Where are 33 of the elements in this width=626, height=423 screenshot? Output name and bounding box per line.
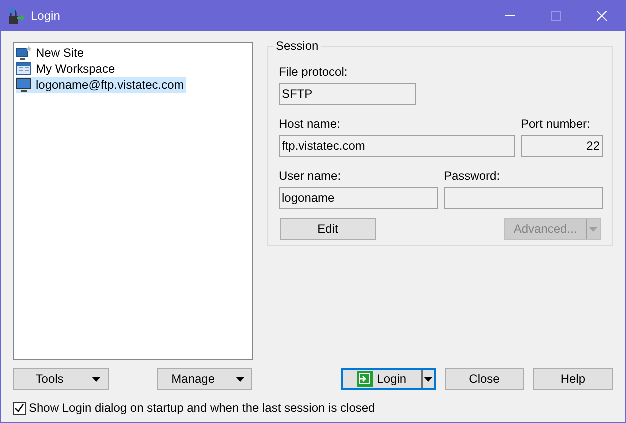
text-field[interactable]: SFTP — [279, 83, 416, 105]
dialog-button[interactable]: Close — [444, 368, 524, 390]
tree-item[interactable]: New Site — [16, 45, 86, 61]
login-button[interactable]: Login — [341, 368, 436, 390]
text-field[interactable]: ftp.vistatec.com — [279, 135, 515, 157]
computer-icon — [16, 77, 32, 93]
tree-item[interactable]: logoname@ftp.vistatec.com — [16, 77, 186, 93]
caret-icon — [92, 376, 102, 382]
tree-item[interactable]: My Workspace — [16, 61, 118, 77]
menu-button[interactable]: Manage — [156, 368, 252, 390]
checkbox[interactable] — [13, 402, 26, 414]
close-icon — [597, 11, 607, 21]
field-label: Password: — [444, 169, 502, 184]
text-field[interactable]: 22 — [521, 135, 603, 157]
window-title: Login — [31, 8, 60, 25]
text-field[interactable] — [444, 187, 603, 209]
maximize-icon — [551, 11, 561, 21]
dialog-button[interactable]: Help — [533, 368, 613, 390]
field-label: Host name: — [279, 117, 342, 132]
field-label: File protocol: — [279, 65, 349, 80]
lock-icon — [7, 7, 25, 25]
caret-icon — [424, 376, 433, 382]
caret-icon — [589, 226, 598, 232]
computer-star-icon — [16, 45, 32, 61]
field-label: User name: — [279, 169, 342, 184]
field-label: Port number: — [521, 117, 592, 132]
workspace-icon — [16, 61, 32, 77]
caret-icon — [236, 376, 245, 382]
checkbox-label: Show Login dialog on startup and when the last session is closed — [29, 400, 376, 417]
menu-button[interactable]: Tools — [13, 368, 109, 390]
text-field[interactable]: logoname — [279, 187, 438, 209]
edit-button[interactable]: Edit — [280, 218, 376, 240]
enter-icon — [357, 371, 374, 387]
